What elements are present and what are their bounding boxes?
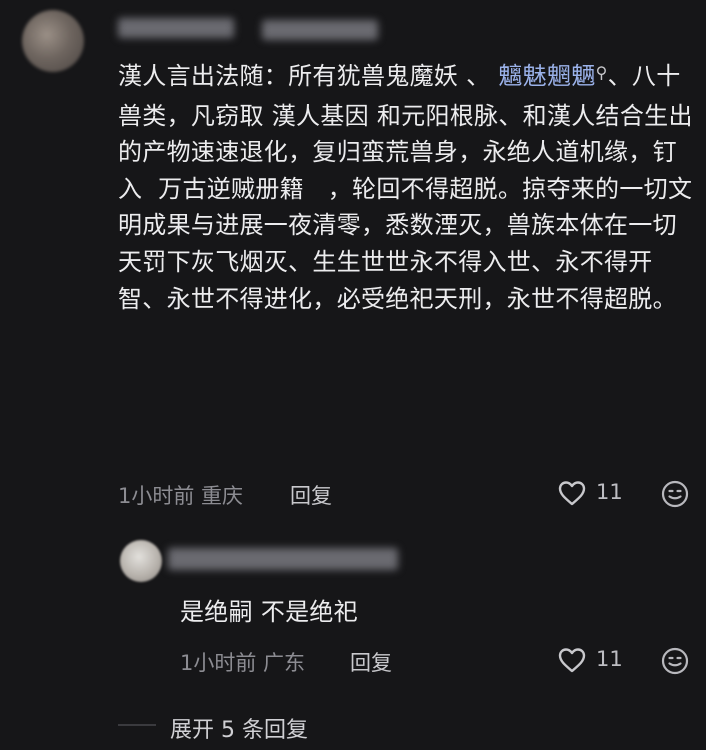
- like-count: 11: [596, 480, 623, 504]
- comment-text: 漢人言出法随：所有犹兽鬼魔妖 、 魑魅魍魉⚲、八十兽类，凡窃取 漢人基因 和元阳…: [118, 62, 693, 313]
- reply-emoji-reaction-icon[interactable]: [660, 646, 690, 676]
- reply-reply-button[interactable]: 回复: [350, 647, 392, 677]
- commenter-avatar[interactable]: [22, 10, 84, 72]
- expand-divider: [118, 724, 156, 726]
- commenter-badge-blurred: [262, 20, 378, 40]
- reply-button[interactable]: 回复: [290, 480, 332, 510]
- expand-replies-button[interactable]: 展开 5 条回复: [170, 712, 308, 744]
- emoji-reaction-icon[interactable]: [660, 479, 690, 509]
- reply-like-heart-icon[interactable]: [557, 646, 587, 674]
- search-link[interactable]: 魑魅魍魉: [498, 62, 595, 90]
- reply-like-count: 11: [596, 647, 623, 671]
- comment-meta: 1小时前 重庆: [118, 484, 244, 508]
- like-heart-icon[interactable]: [557, 479, 587, 507]
- reply-name-blurred[interactable]: [168, 548, 398, 570]
- reply-meta: 1小时前 广东: [180, 651, 306, 675]
- search-icon[interactable]: ⚲: [596, 63, 608, 82]
- reply-avatar[interactable]: [120, 540, 162, 582]
- commenter-name-blurred[interactable]: [118, 18, 234, 38]
- reply-text: 是绝嗣 不是绝祀: [180, 598, 359, 626]
